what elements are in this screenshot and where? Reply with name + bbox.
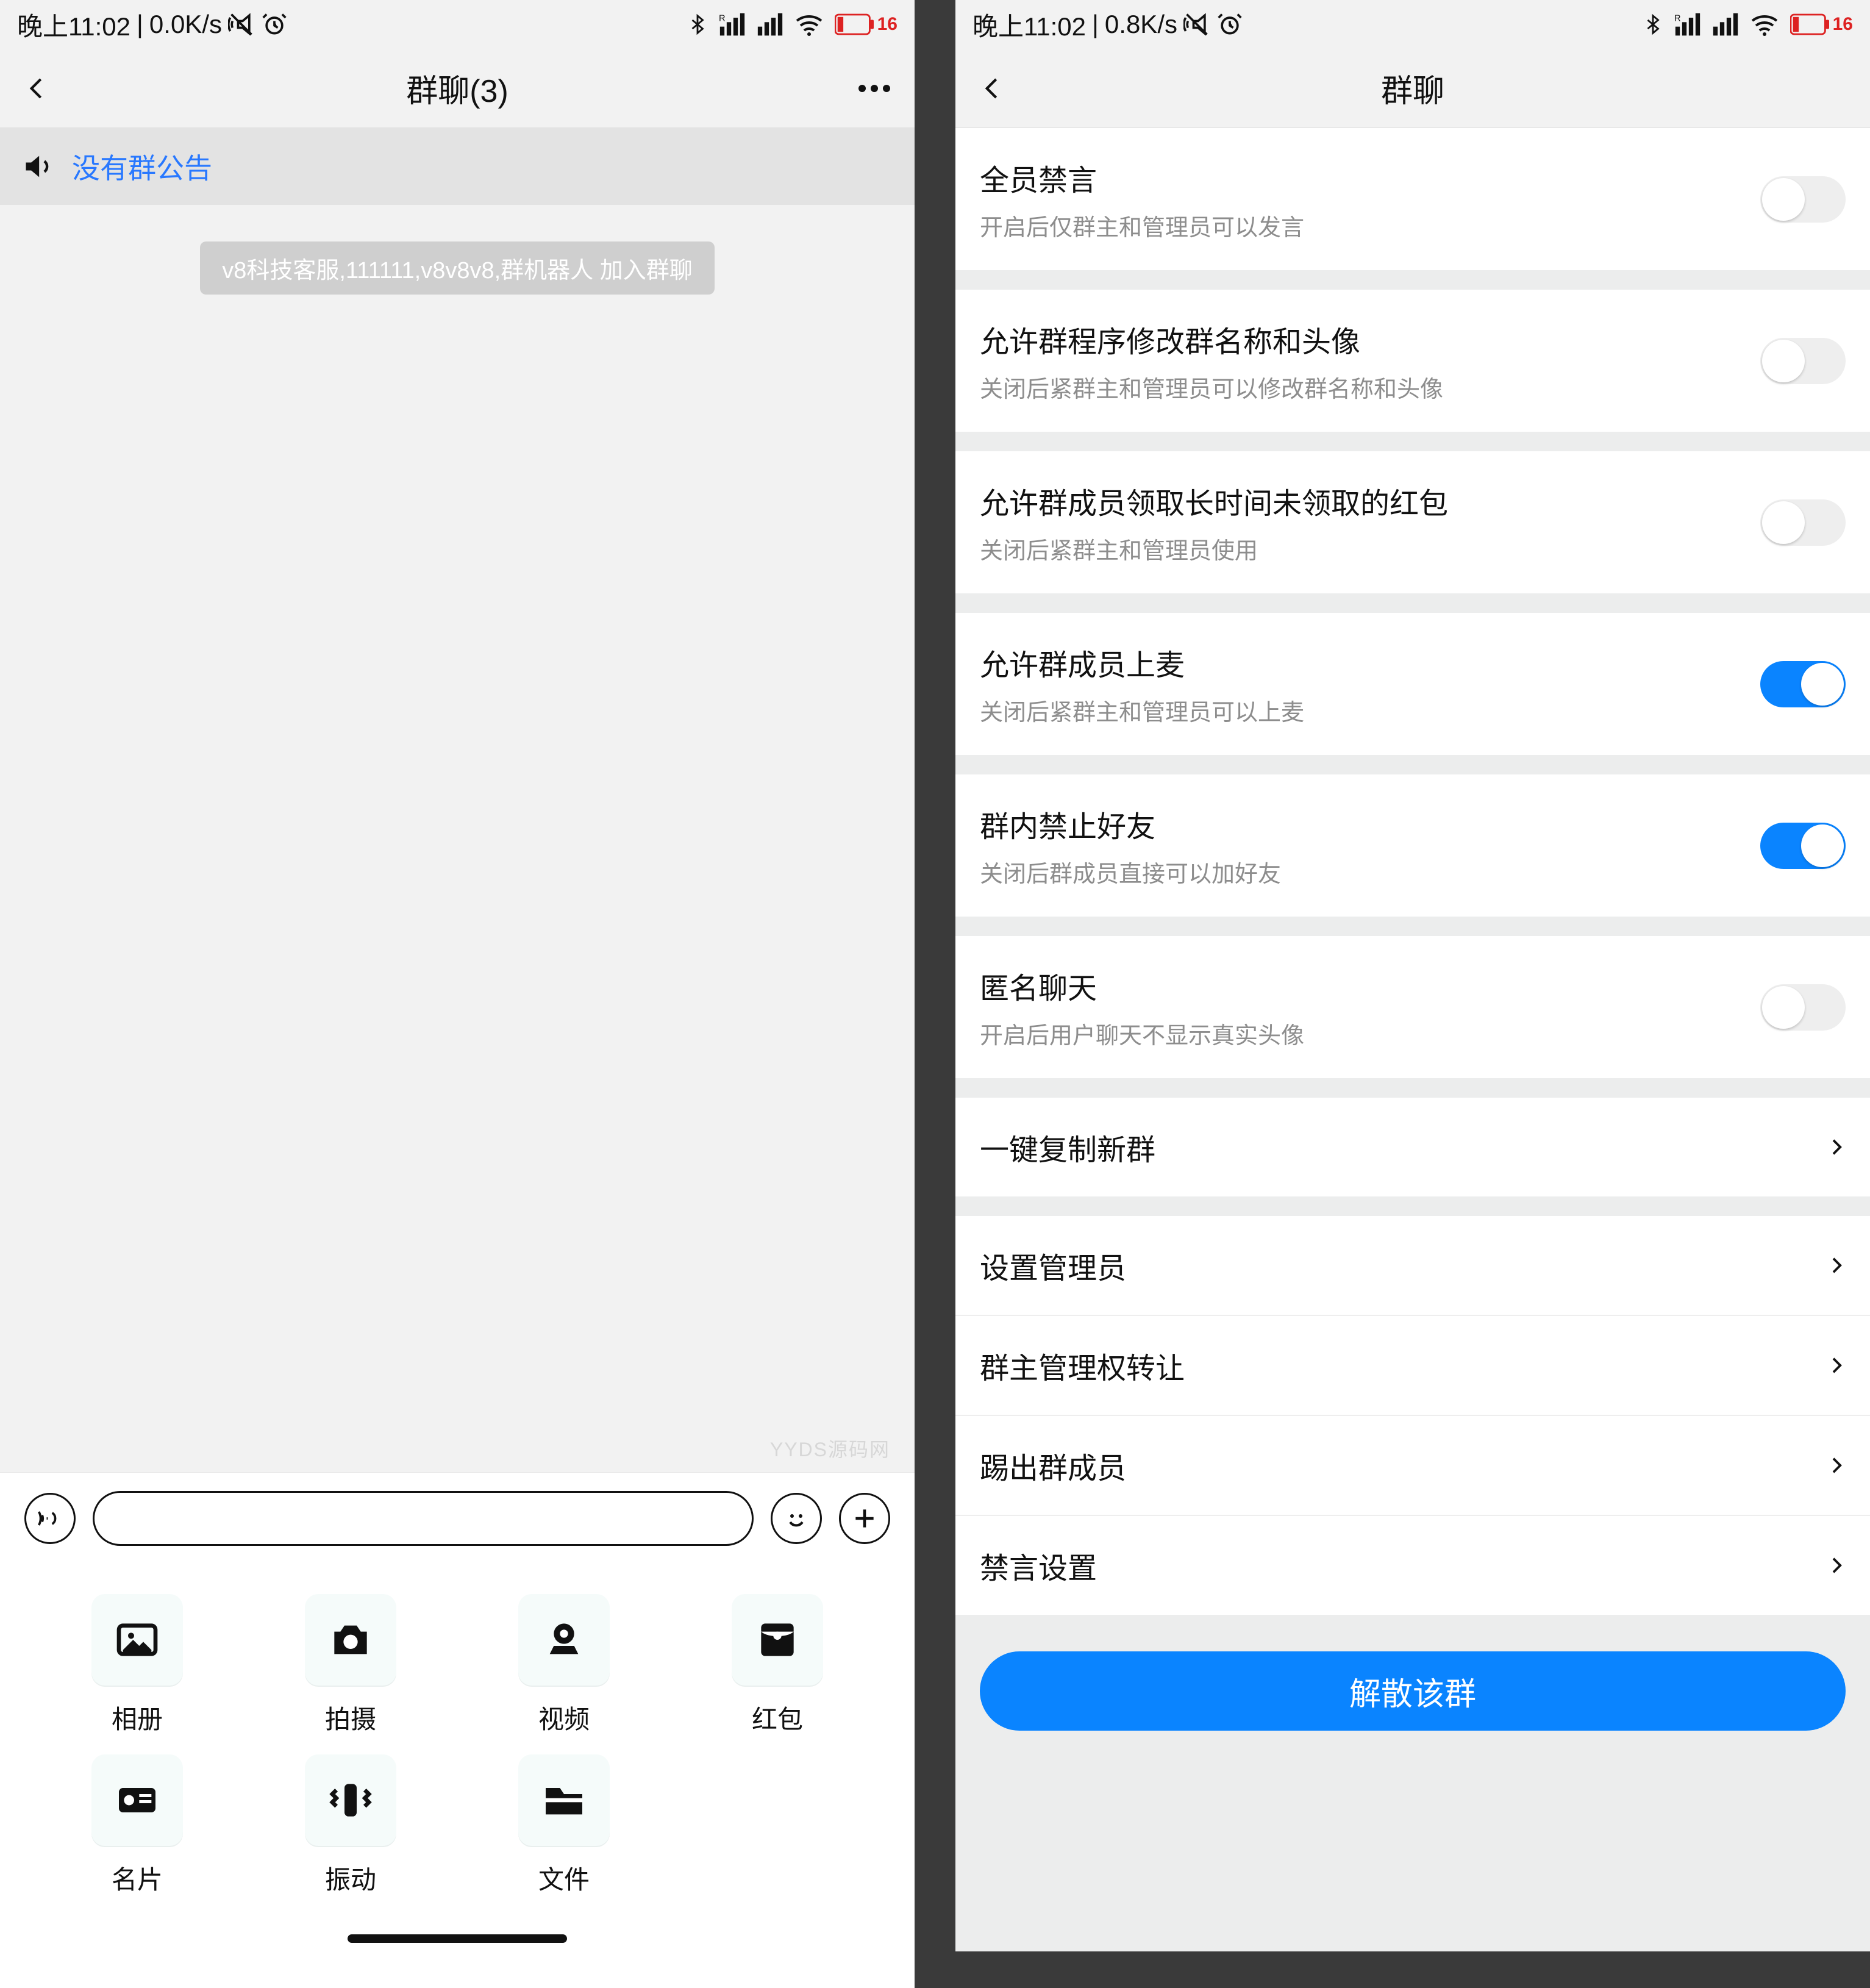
attach-label: 拍摄	[325, 1699, 376, 1736]
alarm-icon	[261, 11, 288, 38]
toggle-switch[interactable]	[1760, 176, 1846, 223]
emoji-button[interactable]	[771, 1493, 822, 1544]
battery-icon: 16	[835, 13, 898, 35]
bluetooth-icon	[1643, 11, 1663, 38]
setting-title: 群内禁止好友	[980, 803, 1760, 845]
toggle-switch[interactable]	[1760, 984, 1846, 1031]
attachment-panel: 相册 拍摄 视频 红包 名片 振动 文件	[0, 1564, 915, 1988]
setting-anonymous[interactable]: 匿名聊天 开启后用户聊天不显示真实头像	[955, 936, 1870, 1078]
setting-copy-group[interactable]: 一键复制新群	[955, 1098, 1870, 1196]
setting-allow-rename[interactable]: 允许群程序修改群名称和头像 关闭后紧群主和管理员可以修改群名称和头像	[955, 290, 1870, 432]
signal-icon	[757, 12, 783, 37]
setting-sub: 关闭后紧群主和管理员使用	[980, 532, 1760, 565]
status-speed: 0.8K/s	[1105, 10, 1177, 39]
attach-vibrate[interactable]: 振动	[296, 1754, 405, 1897]
attach-label: 红包	[752, 1699, 803, 1736]
disband-group-button[interactable]: 解散该群	[980, 1651, 1846, 1731]
back-button[interactable]	[24, 71, 73, 105]
alarm-icon	[1216, 11, 1243, 38]
setting-mute-setting[interactable]: 禁言设置	[955, 1516, 1870, 1615]
setting-sub: 关闭后群成员直接可以加好友	[980, 855, 1760, 889]
setting-set-admin[interactable]: 设置管理员	[955, 1216, 1870, 1316]
setting-title: 允许群成员上麦	[980, 641, 1760, 684]
chevron-right-icon	[1827, 1132, 1846, 1162]
attach-label: 名片	[112, 1859, 163, 1897]
wifi-icon	[1750, 12, 1779, 37]
attach-file[interactable]: 文件	[509, 1754, 619, 1897]
setting-title: 禁言设置	[980, 1544, 1827, 1587]
setting-allow-mic[interactable]: 允许群成员上麦 关闭后紧群主和管理员可以上麦	[955, 613, 1870, 755]
signal-icon	[1712, 12, 1739, 37]
setting-kick-member[interactable]: 踢出群成员	[955, 1416, 1870, 1516]
page-title: 群聊	[1029, 65, 1797, 111]
toggle-switch[interactable]	[1760, 499, 1846, 546]
toggle-switch[interactable]	[1760, 661, 1846, 707]
setting-title: 群主管理权转让	[980, 1344, 1827, 1387]
chat-body[interactable]: v8科技客服,111111,v8v8v8,群机器人 加入群聊 YYDS源码网	[0, 241, 915, 1472]
setting-title: 踢出群成员	[980, 1444, 1827, 1487]
status-time: 晚上11:02	[972, 6, 1086, 43]
attach-label: 振动	[325, 1859, 376, 1897]
chevron-right-icon	[1827, 1251, 1846, 1280]
setting-transfer-owner[interactable]: 群主管理权转让	[955, 1316, 1870, 1416]
announcement-text: 没有群公告	[72, 146, 212, 187]
wifi-icon	[794, 12, 824, 37]
chevron-right-icon	[1827, 1551, 1846, 1580]
setting-title: 允许群成员领取长时间未领取的红包	[980, 479, 1760, 522]
mute-icon	[228, 11, 255, 38]
attach-redpacket[interactable]: 红包	[723, 1594, 832, 1736]
setting-title: 全员禁言	[980, 156, 1760, 199]
message-input[interactable]	[93, 1491, 754, 1546]
setting-title: 一键复制新群	[980, 1126, 1827, 1168]
setting-title: 设置管理员	[980, 1244, 1827, 1287]
plus-button[interactable]	[839, 1493, 890, 1544]
voice-button[interactable]	[24, 1493, 76, 1544]
bluetooth-icon	[687, 11, 708, 38]
status-right: R 16	[687, 11, 898, 38]
status-speed: 0.0K/s	[149, 10, 222, 39]
attach-card[interactable]: 名片	[82, 1754, 192, 1897]
setting-title: 匿名聊天	[980, 964, 1760, 1007]
attach-shoot[interactable]: 拍摄	[296, 1594, 405, 1736]
chat-header: 群聊(3)	[0, 49, 915, 128]
signal-icon: R	[719, 12, 746, 37]
mute-icon	[1183, 11, 1210, 38]
attach-label: 文件	[538, 1859, 590, 1897]
setting-sub: 开启后用户聊天不显示真实头像	[980, 1017, 1760, 1050]
chevron-right-icon	[1827, 1351, 1846, 1380]
system-message: v8科技客服,111111,v8v8v8,群机器人 加入群聊	[200, 241, 714, 295]
home-indicator[interactable]	[348, 1934, 567, 1943]
announcement-bar[interactable]: 没有群公告	[0, 128, 915, 205]
watermark: YYDS源码网	[770, 1434, 890, 1462]
battery-icon: 16	[1790, 13, 1853, 35]
back-button[interactable]	[980, 71, 1029, 105]
signal-icon: R	[1674, 12, 1701, 37]
setting-sub: 开启后仅群主和管理员可以发言	[980, 209, 1760, 242]
setting-allow-claim-redpacket[interactable]: 允许群成员领取长时间未领取的红包 关闭后紧群主和管理员使用	[955, 451, 1870, 593]
toggle-switch[interactable]	[1760, 823, 1846, 869]
chevron-right-icon	[1827, 1451, 1846, 1480]
svg-text:R: R	[719, 14, 726, 24]
attach-album[interactable]: 相册	[82, 1594, 192, 1736]
input-bar	[0, 1472, 915, 1564]
status-right: R 16	[1643, 11, 1853, 38]
status-bar: 晚上11:02 | 0.8K/s R	[955, 0, 1870, 49]
attach-label: 视频	[538, 1699, 590, 1736]
setting-title: 允许群程序修改群名称和头像	[980, 318, 1760, 360]
attach-label: 相册	[112, 1699, 163, 1736]
attach-video[interactable]: 视频	[509, 1594, 619, 1736]
setting-forbid-friend[interactable]: 群内禁止好友 关闭后群成员直接可以加好友	[955, 774, 1870, 917]
settings-header: 群聊	[955, 49, 1870, 128]
svg-text:R: R	[1674, 14, 1681, 24]
setting-mute-all[interactable]: 全员禁言 开启后仅群主和管理员可以发言	[955, 128, 1870, 270]
toggle-switch[interactable]	[1760, 338, 1846, 384]
speaker-icon	[22, 151, 54, 182]
setting-sub: 关闭后紧群主和管理员可以上麦	[980, 693, 1760, 727]
status-time: 晚上11:02	[17, 6, 130, 43]
setting-sub: 关闭后紧群主和管理员可以修改群名称和头像	[980, 370, 1760, 404]
more-button[interactable]	[841, 85, 890, 92]
status-bar: 晚上11:02 | 0.0K/s R	[0, 0, 915, 49]
page-title: 群聊(3)	[73, 65, 841, 111]
